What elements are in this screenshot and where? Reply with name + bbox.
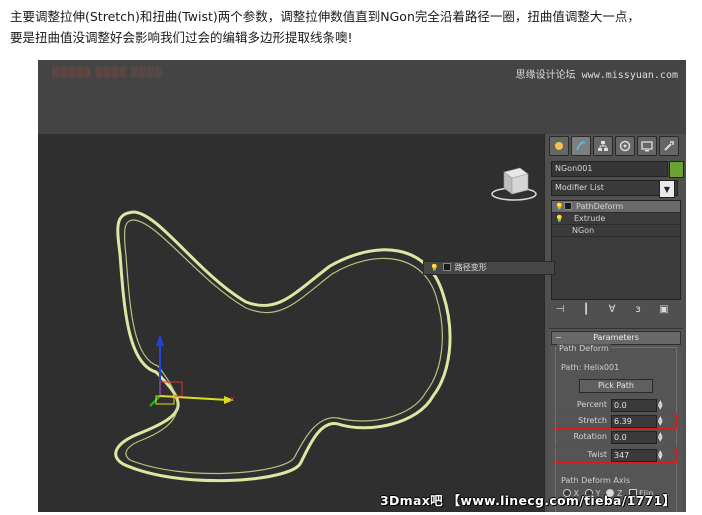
rotation-label: Rotation [573, 432, 607, 441]
modifier-stack: 💡 PathDeform 💡 Extrude NGon [551, 200, 681, 300]
remove-modifier-icon[interactable]: ɜ [631, 302, 645, 316]
stack-item-extrude[interactable]: 💡 Extrude [552, 213, 680, 225]
lightbulb-icon[interactable]: 💡 [555, 214, 564, 225]
parameters-rollout: − Parameters Path Deform Path: Helix001 … [549, 328, 683, 512]
lightbulb-icon[interactable]: 💡 [555, 202, 564, 213]
percent-field[interactable]: 0.0 [611, 399, 657, 412]
rotation-row: Rotation 0.0 ▲ ▼ [559, 431, 677, 444]
object-name-field[interactable]: NGon001 [551, 161, 668, 177]
caption-line-1: 主要调整拉伸(Stretch)和扭曲(Twist)两个参数，调整拉伸数值直到NG… [10, 9, 640, 24]
deformed-ngon-outer [114, 210, 452, 483]
axis-title: Path Deform Axis [561, 476, 630, 485]
rotation-field[interactable]: 0.0 [611, 431, 657, 444]
rollout-title: Parameters [593, 333, 639, 342]
percent-label: Percent [576, 400, 607, 409]
stack-item-ngon[interactable]: NGon [552, 225, 680, 237]
gizmo-z-arrow [156, 334, 164, 346]
caption-line-2: 要是扭曲值没调整好会影响我们过会的编辑多边形提取线条噢! [10, 30, 353, 45]
collapse-icon: − [555, 333, 562, 342]
floating-label-text: 路径变形 [454, 263, 487, 272]
stack-item-label: Extrude [574, 214, 606, 223]
stack-item-pathdeform[interactable]: 💡 PathDeform [552, 201, 680, 213]
pin-stack-icon[interactable]: ⊣ [553, 302, 567, 316]
hierarchy-tab-icon[interactable] [593, 136, 613, 156]
faint-watermark-logo: ▒▒▒▒▒ ▒▒▒▒ ▒▒▒▒ [52, 68, 163, 78]
command-panel: NGon001 Modifier List ▼ 💡 PathDeform 💡 Ext… [544, 134, 686, 512]
command-panel-tabs [549, 136, 679, 158]
expand-box-icon [442, 263, 451, 271]
create-tab-icon[interactable] [549, 136, 569, 156]
pick-path-button[interactable]: Pick Path [579, 379, 653, 393]
display-tab-icon[interactable] [637, 136, 657, 156]
spinner-icon[interactable]: ▲ ▼ [658, 400, 664, 411]
percent-row: Percent 0.0 ▲ ▼ [559, 399, 677, 412]
gizmo-x-axis [159, 395, 229, 401]
twist-highlight [553, 447, 677, 463]
show-end-result-icon[interactable]: ┃ [579, 302, 593, 316]
deformed-ngon-inner [123, 219, 443, 475]
brand-watermark: 3Dmax吧 【www.linecg.com/tieba/1771】 [380, 493, 676, 508]
viewport-scene [114, 210, 452, 483]
stack-item-label: NGon [572, 226, 595, 235]
group-title: Path Deform [557, 344, 611, 353]
motion-tab-icon[interactable] [615, 136, 635, 156]
stretch-highlight [553, 413, 677, 429]
stack-toolbar: ⊣ ┃ ∀ ɜ ▣ [553, 302, 671, 316]
object-color-swatch[interactable] [669, 161, 684, 178]
max-screenshot: ▒▒▒▒▒ ▒▒▒▒ ▒▒▒▒ 思缘设计论坛 www.missyuan.com … [38, 60, 686, 512]
expand-box-icon[interactable] [564, 202, 572, 210]
chevron-down-icon[interactable]: ▼ [659, 180, 675, 198]
path-label: Path: Helix001 [561, 363, 620, 372]
modify-tab-icon[interactable] [571, 136, 591, 156]
perspective-viewport[interactable]: x [38, 134, 544, 512]
spinner-icon[interactable]: ▲ ▼ [658, 432, 664, 443]
parameters-rollout-header[interactable]: − Parameters [551, 331, 681, 345]
watermark-text: 思缘设计论坛 www.missyuan.com [515, 70, 678, 81]
stack-item-label: PathDeform [576, 202, 624, 211]
caption-text: 主要调整拉伸(Stretch)和扭曲(Twist)两个参数，调整拉伸数值直到NG… [10, 6, 700, 48]
configure-modifier-sets-icon[interactable]: ▣ [657, 302, 671, 316]
utilities-tab-icon[interactable] [659, 136, 679, 156]
object-name-row: NGon001 [549, 161, 685, 178]
viewport-top-area: ▒▒▒▒▒ ▒▒▒▒ ▒▒▒▒ 思缘设计论坛 www.missyuan.com [38, 60, 686, 134]
viewcube-icon[interactable] [484, 162, 544, 206]
axis-x-label: x [230, 394, 235, 403]
floating-modifier-label: 💡 路径变形 [423, 261, 555, 275]
make-unique-icon[interactable]: ∀ [605, 302, 619, 316]
lightbulb-icon: 💡 [430, 264, 439, 272]
